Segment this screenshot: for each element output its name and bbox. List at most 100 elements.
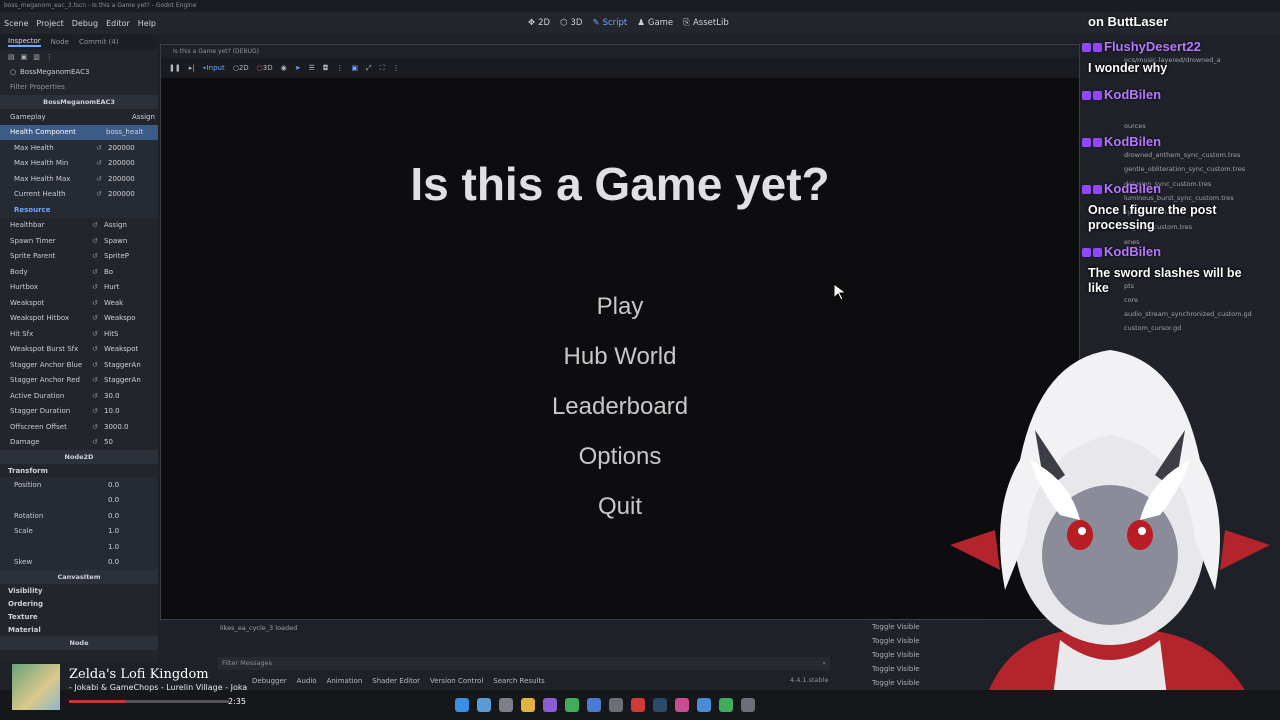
prop-row[interactable]: Max Health Max ↺ 200000 xyxy=(0,171,158,187)
godot-icon[interactable] xyxy=(697,698,711,712)
fullscreen-icon[interactable]: ⛶ xyxy=(380,64,385,73)
prop-row[interactable]: Active Duration ↺ 30.0 xyxy=(0,388,158,404)
fit-icon[interactable]: ⤢ xyxy=(366,64,372,73)
prop-value[interactable]: Spawn xyxy=(104,237,158,245)
prop-row[interactable]: Weakspot Hitbox ↺ Weakspo xyxy=(0,311,158,327)
tab-animation[interactable]: Animation xyxy=(327,677,363,685)
revert-icon[interactable]: ↺ xyxy=(92,407,104,415)
prop-value[interactable]: HitS xyxy=(104,330,158,338)
fs-item[interactable]: audio_stream_synchronized_custom.gd xyxy=(1124,310,1252,318)
options-icon[interactable]: ⋮ xyxy=(393,64,400,72)
prop-value[interactable]: StaggerAn xyxy=(104,376,158,384)
section-texture[interactable]: Texture xyxy=(0,610,158,623)
scale-x-value[interactable]: 1.0 xyxy=(108,527,158,535)
revert-icon[interactable]: ↺ xyxy=(92,361,104,369)
menu-editor[interactable]: Editor xyxy=(102,19,134,28)
browser-icon[interactable] xyxy=(565,698,579,712)
position-y-value[interactable]: 0.0 xyxy=(108,496,158,504)
prop-value[interactable]: 3000.0 xyxy=(104,423,158,431)
tab-script[interactable]: ✎ Script xyxy=(592,18,627,28)
scale-y-value[interactable]: 1.0 xyxy=(108,543,158,551)
prop-row[interactable]: Hurtbox ↺ Hurt xyxy=(0,280,158,296)
selected-node[interactable]: ○ BossMeganomEAC3 xyxy=(0,64,158,80)
prop-position-x[interactable]: Position 0.0 xyxy=(0,477,158,493)
revert-icon[interactable]: ↺ xyxy=(96,144,108,152)
prop-skew[interactable]: Skew 0.0 xyxy=(0,554,158,570)
prop-row[interactable]: Offscreen Offset ↺ 3000.0 xyxy=(0,419,158,435)
prop-value[interactable]: 200000 xyxy=(108,144,158,152)
list-select-icon[interactable]: ☰ xyxy=(309,64,315,72)
tab-assetlib[interactable]: ⎘ AssetLib xyxy=(683,18,729,28)
prop-row[interactable]: Max Health ↺ 200000 xyxy=(0,140,158,156)
fs-item[interactable]: custom_cursor.gd xyxy=(1124,324,1181,332)
prop-row[interactable]: Weakspot Burst Sfx ↺ Weakspot xyxy=(0,342,158,358)
app-icon[interactable] xyxy=(587,698,601,712)
prop-value[interactable]: StaggerAn xyxy=(104,361,158,369)
prop-value[interactable]: 200000 xyxy=(108,175,158,183)
more-icon[interactable]: ⋮ xyxy=(336,64,343,72)
visibility-icon[interactable]: ◉ xyxy=(281,64,287,72)
revert-icon[interactable]: ↺ xyxy=(96,175,108,183)
prop-health-component-value[interactable]: boss_healt xyxy=(106,128,158,136)
prop-row[interactable]: Stagger Duration ↺ 10.0 xyxy=(0,404,158,420)
prop-rotation[interactable]: Rotation 0.0 xyxy=(0,508,158,524)
prop-value[interactable]: Weak xyxy=(104,299,158,307)
prop-row[interactable]: Max Health Min ↺ 200000 xyxy=(0,155,158,171)
filter-messages-input[interactable]: Filter Messages ⌕ xyxy=(218,657,830,670)
prop-value[interactable]: Weakspo xyxy=(104,314,158,322)
transform-section[interactable]: Transform xyxy=(0,464,158,477)
tab-3d[interactable]: ⬡ 3D xyxy=(560,18,582,28)
app-icon[interactable] xyxy=(741,698,755,712)
resource-section[interactable]: Resource xyxy=(0,202,158,218)
prop-value[interactable]: 50 xyxy=(104,438,158,446)
revert-icon[interactable]: ↺ xyxy=(92,237,104,245)
prop-row[interactable]: Spawn Timer ↺ Spawn xyxy=(0,233,158,249)
record-icon[interactable] xyxy=(631,698,645,712)
rotation-value[interactable]: 0.0 xyxy=(108,512,158,520)
skew-value[interactable]: 0.0 xyxy=(108,558,158,566)
select-icon[interactable]: ➤ xyxy=(295,64,301,72)
override-camera-icon[interactable]: ▣ xyxy=(351,64,358,72)
tab-inspector[interactable]: Inspector xyxy=(8,37,41,47)
revert-icon[interactable]: ↺ xyxy=(92,392,104,400)
menu-scene[interactable]: Scene xyxy=(0,19,32,28)
prop-scale-y[interactable]: 1.0 xyxy=(0,539,158,555)
prop-row[interactable]: Current Health ↺ 200000 xyxy=(0,186,158,202)
prop-row[interactable]: Body ↺ Bo xyxy=(0,264,158,280)
tab-debugger[interactable]: Debugger xyxy=(252,677,287,685)
open-folder-icon[interactable]: ▣ xyxy=(21,53,28,61)
pause-icon[interactable]: ❚❚ xyxy=(169,64,181,72)
app-icon[interactable] xyxy=(675,698,689,712)
tab-shader-editor[interactable]: Shader Editor xyxy=(372,677,420,685)
section-ordering[interactable]: Ordering xyxy=(0,597,158,610)
steam-icon[interactable] xyxy=(653,698,667,712)
prop-value[interactable]: Hurt xyxy=(104,283,158,291)
tab-audio[interactable]: Audio xyxy=(297,677,317,685)
prop-value[interactable]: 200000 xyxy=(108,190,158,198)
revert-icon[interactable]: ↺ xyxy=(92,314,104,322)
revert-icon[interactable]: ↺ xyxy=(92,283,104,291)
revert-icon[interactable]: ↺ xyxy=(92,438,104,446)
tab-search-results[interactable]: Search Results xyxy=(493,677,545,685)
prop-row[interactable]: Sprite Parent ↺ SpriteP xyxy=(0,249,158,265)
prop-value[interactable]: Weakspot xyxy=(104,345,158,353)
prop-gameplay-value[interactable]: Assign xyxy=(132,113,158,121)
revert-icon[interactable]: ↺ xyxy=(92,345,104,353)
prop-value[interactable]: 10.0 xyxy=(104,407,158,415)
revert-icon[interactable]: ↺ xyxy=(92,423,104,431)
toggle-3d[interactable]: ○3D xyxy=(257,64,273,72)
input-toggle[interactable]: ⌖Input xyxy=(203,64,225,73)
revert-icon[interactable]: ↺ xyxy=(92,376,104,384)
settings-icon[interactable] xyxy=(499,698,513,712)
tab-version-control[interactable]: Version Control xyxy=(430,677,483,685)
revert-icon[interactable]: ↺ xyxy=(96,159,108,167)
prop-row[interactable]: Stagger Anchor Red ↺ StaggerAn xyxy=(0,373,158,389)
menu-project[interactable]: Project xyxy=(32,19,67,28)
prop-value[interactable]: Bo xyxy=(104,268,158,276)
menu-play-button[interactable]: Play xyxy=(161,293,1079,321)
prop-gameplay[interactable]: Gameplay Assign xyxy=(0,109,158,125)
folder-icon[interactable] xyxy=(521,698,535,712)
prop-value[interactable]: 30.0 xyxy=(104,392,158,400)
new-resource-icon[interactable]: ▤ xyxy=(8,53,15,61)
more-icon[interactable]: ⋮ xyxy=(46,53,53,61)
